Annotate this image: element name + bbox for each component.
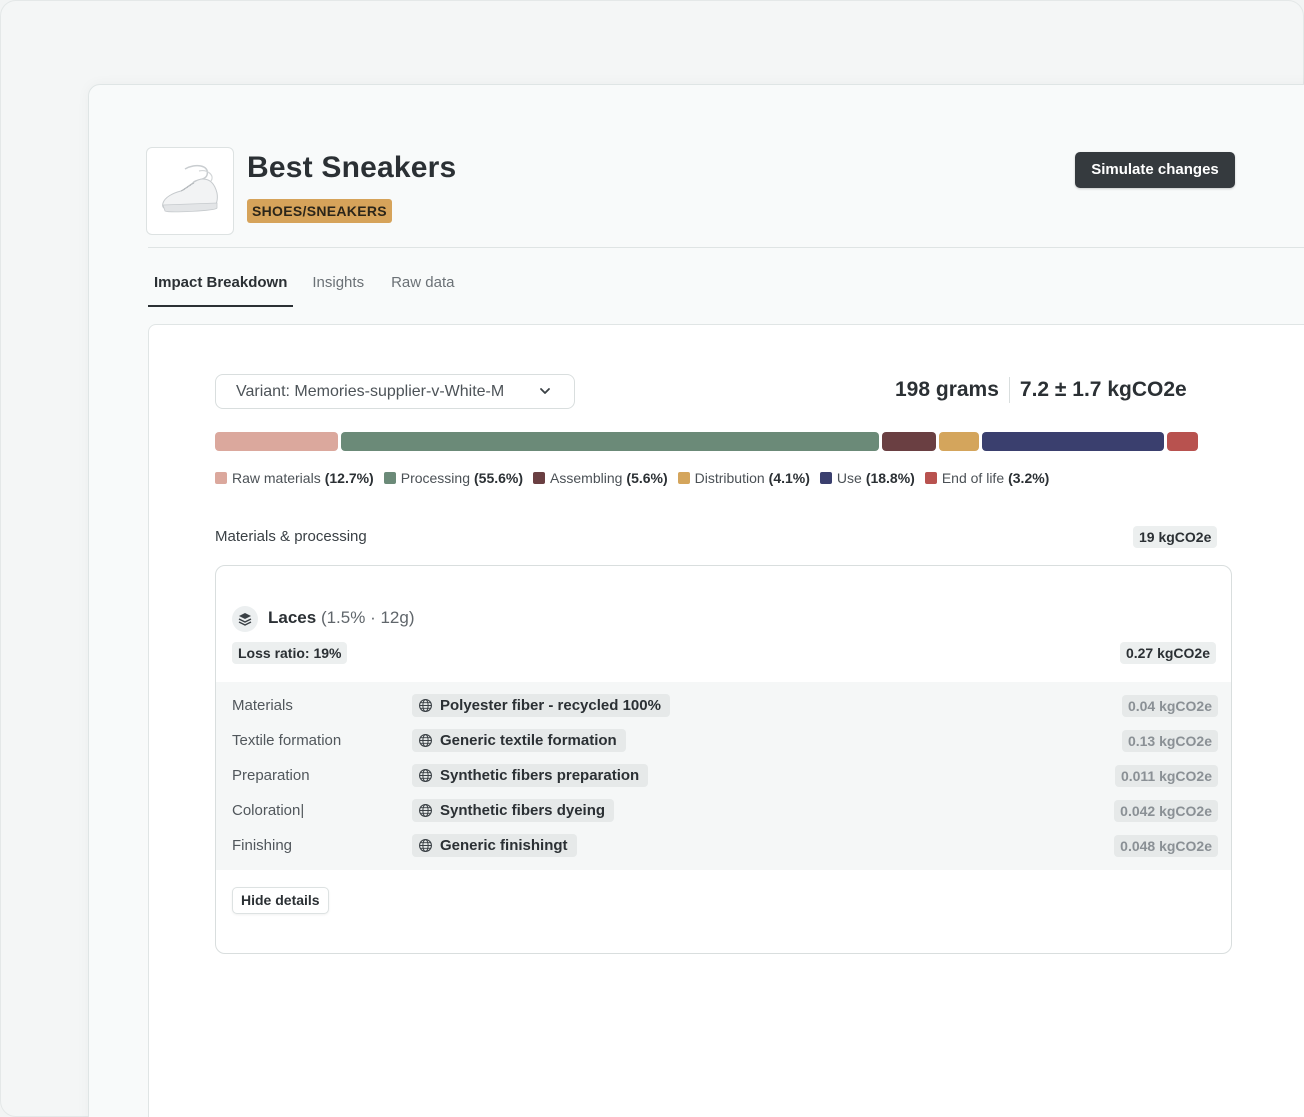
- component-name: Laces: [268, 608, 317, 627]
- process-chip[interactable]: Synthetic fibers preparation: [412, 764, 649, 787]
- step-value: 0.04 kgCO2e: [1121, 694, 1218, 717]
- totals-separator: [1008, 377, 1010, 403]
- tab-raw-data[interactable]: Raw data: [385, 271, 460, 307]
- legend-percent: (18.8%): [865, 470, 915, 486]
- globe-icon: [419, 804, 432, 817]
- legend-percent: (12.7%): [324, 470, 374, 486]
- impact-breakdown-panel: Variant: Memories-supplier-v-White-M 198…: [148, 324, 1304, 1117]
- chevron-down-icon: [540, 388, 550, 394]
- bar-segment-raw-materials: [215, 432, 338, 451]
- tab-bar: Impact Breakdown Insights Raw data: [148, 271, 475, 307]
- legend-percent: (5.6%): [626, 470, 668, 486]
- bar-segment-assembling: [882, 432, 937, 451]
- bar-segment-distribution: [939, 432, 980, 451]
- step-value: 0.13 kgCO2e: [1121, 729, 1218, 752]
- process-step-row: Textile formation Generic textile formati…: [216, 723, 1231, 758]
- process-name: Polyester fiber - recycled 100%: [440, 697, 661, 714]
- product-title: Best Sneakers: [247, 151, 457, 184]
- legend-label: Use: [836, 470, 862, 486]
- component-card-laces: Laces (1.5% · 12g) Loss ratio: 19% 0.27 …: [215, 565, 1232, 954]
- step-label: Materials: [232, 697, 293, 714]
- process-step-row: Finishing Generic finishingt 0.048 kgCO2e: [216, 828, 1231, 863]
- bar-segment-end-of-life: [1167, 432, 1198, 451]
- globe-icon: [419, 699, 432, 712]
- process-chip[interactable]: Generic textile formation: [412, 729, 626, 752]
- legend-label: Processing: [400, 470, 470, 486]
- legend-percent: (4.1%): [768, 470, 810, 486]
- variant-select-label: Variant: Memories-supplier-v-White-M: [236, 382, 505, 400]
- process-step-row: Coloration| Synthetic fibers dyeing 0.042 …: [216, 793, 1231, 828]
- variant-select[interactable]: Variant: Memories-supplier-v-White-M: [215, 374, 575, 409]
- legend-label: End of life: [941, 470, 1005, 486]
- process-step-row: Preparation Synthetic fibers preparation 0…: [216, 758, 1231, 793]
- legend-item-end-of-life: End of life (3.2%): [924, 470, 1050, 486]
- step-value: 0.048 kgCO2e: [1114, 834, 1218, 857]
- impact-stacked-bar: [215, 432, 1198, 451]
- section-label: Materials & processing: [215, 528, 367, 545]
- header-divider: [148, 247, 1304, 248]
- legend-item-processing: Processing (55.6%): [383, 470, 524, 486]
- process-step-row: Materials Polyester fiber - recycled 100%…: [216, 688, 1231, 723]
- legend-label: Distribution: [694, 470, 765, 486]
- product-thumbnail: [146, 147, 234, 235]
- legend-item-assembling: Assembling (5.6%): [533, 470, 668, 486]
- loss-ratio-badge: Loss ratio: 19%: [232, 642, 348, 664]
- bar-segment-use: [982, 432, 1164, 451]
- step-label: Coloration|: [232, 802, 305, 819]
- legend-item-use: Use (18.8%): [819, 470, 915, 486]
- component-meta: (1.5% · 12g): [320, 608, 415, 627]
- step-label: Textile formation: [232, 732, 342, 749]
- tab-insights[interactable]: Insights: [306, 271, 370, 307]
- legend-percent: (55.6%): [474, 470, 524, 486]
- legend-swatch: [677, 472, 690, 484]
- legend-swatch: [924, 472, 937, 484]
- total-weight: 198 grams: [895, 378, 999, 401]
- category-badge: SHOES/SNEAKERS: [247, 199, 392, 223]
- hide-details-button[interactable]: Hide details: [232, 887, 329, 914]
- sneaker-image: [162, 164, 218, 213]
- step-value: 0.011 kgCO2e: [1114, 764, 1218, 787]
- legend-swatch: [215, 472, 227, 484]
- totals: 198 grams 7.2 ± 1.7 kgCO2e: [895, 377, 1187, 403]
- globe-icon: [419, 734, 432, 747]
- component-total: 0.27 kgCO2e: [1119, 642, 1216, 664]
- process-chip[interactable]: Polyester fiber - recycled 100%: [412, 694, 670, 717]
- globe-icon: [419, 769, 432, 782]
- process-name: Synthetic fibers dyeing: [440, 802, 606, 819]
- app-window: Best Sneakers SHOES/SNEAKERS Simulate ch…: [88, 84, 1304, 1117]
- step-label: Finishing: [232, 837, 293, 854]
- legend-item-distribution: Distribution (4.1%): [677, 470, 810, 486]
- process-name: Generic finishingt: [440, 837, 568, 854]
- legend-swatch: [819, 472, 832, 484]
- total-impact: 7.2 ± 1.7 kgCO2e: [1019, 378, 1187, 401]
- process-steps: Materials Polyester fiber - recycled 100%…: [216, 682, 1231, 870]
- layers-icon: [232, 606, 258, 632]
- globe-icon: [419, 839, 432, 852]
- legend-label: Raw materials: [232, 470, 321, 486]
- tab-impact-breakdown[interactable]: Impact Breakdown: [148, 271, 294, 307]
- component-title: Laces (1.5% · 12g): [268, 608, 414, 628]
- legend-swatch: [383, 472, 396, 484]
- legend-percent: (3.2%): [1008, 470, 1050, 486]
- process-chip[interactable]: Generic finishingt: [412, 834, 577, 857]
- impact-legend: Raw materials (12.7%) Processing (55.6%) Ass…: [215, 470, 1059, 486]
- simulate-changes-button[interactable]: Simulate changes: [1075, 152, 1235, 188]
- step-value: 0.042 kgCO2e: [1114, 799, 1218, 822]
- legend-label: Assembling: [550, 470, 623, 486]
- legend-swatch: [533, 472, 546, 484]
- legend-item-raw-materials: Raw materials (12.7%): [215, 470, 374, 486]
- process-chip[interactable]: Synthetic fibers dyeing: [412, 799, 615, 822]
- process-name: Synthetic fibers preparation: [440, 767, 640, 784]
- section-total: 19 kgCO2e: [1133, 526, 1218, 548]
- step-label: Preparation: [232, 767, 310, 784]
- process-name: Generic textile formation: [440, 732, 617, 749]
- bar-segment-processing: [340, 432, 880, 451]
